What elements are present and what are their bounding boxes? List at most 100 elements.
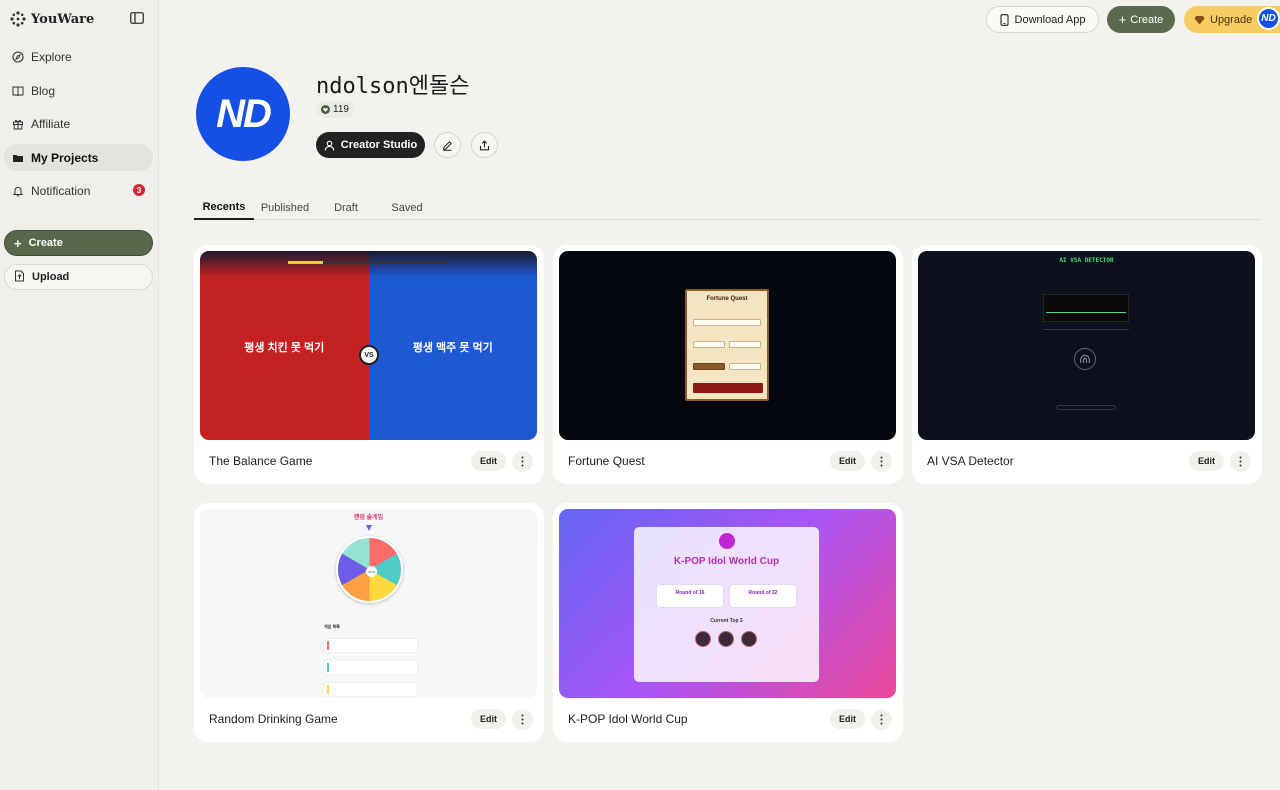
plus-icon: +: [14, 235, 22, 251]
spin-wheel: SPIN: [336, 536, 403, 603]
sidebar-item-label: Notification: [31, 183, 91, 198]
project-card[interactable]: AI VSA DETECTOR AI VSA Detector Edit: [912, 245, 1262, 484]
project-thumbnail[interactable]: 평생 치킨 못 먹기 평생 맥주 못 먹기 VS: [200, 251, 537, 440]
project-card[interactable]: K-POP Idol World Cup Round of 16 Round o…: [553, 503, 903, 742]
follower-count: 119: [333, 104, 349, 115]
profile-avatar: ND: [196, 67, 290, 161]
edit-button[interactable]: Edit: [830, 451, 865, 471]
sidebar-item-my-projects[interactable]: My Projects: [4, 144, 153, 171]
sidebar-item-label: My Projects: [31, 150, 99, 165]
heart-icon: [321, 105, 330, 114]
idol-avatar: [718, 631, 734, 647]
sidebar-upload-button[interactable]: Upload: [4, 264, 153, 290]
list-item: [324, 661, 417, 674]
sidebar-item-notification[interactable]: Notification 3: [4, 177, 153, 204]
diamond-icon: [1194, 15, 1205, 24]
more-options-icon[interactable]: [871, 451, 892, 472]
upload-label: Upload: [32, 271, 70, 283]
idol-avatar: [741, 631, 757, 647]
signal-panel: [1043, 294, 1129, 322]
left-choice-text: 평생 치킨 못 먹기: [244, 342, 325, 354]
youware-logo-icon: [10, 11, 26, 27]
project-thumbnail[interactable]: AI VSA DETECTOR: [918, 251, 1255, 440]
wheel-center: SPIN: [366, 566, 377, 577]
app-name: YouWare: [31, 11, 95, 27]
more-options-icon[interactable]: [871, 709, 892, 730]
project-title[interactable]: Random Drinking Game: [209, 712, 338, 726]
project-title[interactable]: AI VSA Detector: [927, 454, 1014, 468]
form-toggle: [729, 363, 761, 370]
trophy-icon: [719, 533, 735, 549]
more-options-icon[interactable]: [512, 709, 533, 730]
sidebar-item-label: Affiliate: [31, 116, 71, 131]
create-label: Create: [28, 237, 63, 249]
form-field: [693, 341, 725, 348]
book-icon: [12, 85, 24, 97]
form-toggle: [693, 363, 725, 370]
project-title[interactable]: Fortune Quest: [568, 454, 645, 468]
project-tabs: Recents Published Draft Saved: [194, 195, 1260, 220]
divider: [1043, 329, 1129, 330]
sidebar-item-affiliate[interactable]: Affiliate: [4, 110, 153, 137]
phone-icon: [999, 13, 1009, 26]
gift-icon: [12, 118, 24, 130]
worldcup-panel: K-POP Idol World Cup Round of 16 Round o…: [634, 527, 819, 682]
edit-button[interactable]: Edit: [471, 709, 506, 729]
form-submit: [693, 383, 763, 393]
right-choice-text: 평생 맥주 못 먹기: [412, 342, 493, 354]
bell-icon: [12, 185, 24, 197]
share-icon: [479, 139, 490, 150]
list-item: [324, 639, 417, 652]
edit-profile-button[interactable]: [434, 132, 461, 158]
app-logo[interactable]: YouWare: [9, 10, 94, 28]
list-heading: 게임 목록: [324, 624, 340, 629]
sidebar-create-button[interactable]: + Create: [4, 230, 153, 256]
pencil-icon: [442, 140, 452, 151]
progress-fill: [288, 261, 324, 264]
profile-name: ndolson엔돌슨: [316, 74, 470, 99]
create-button[interactable]: + Create: [1107, 6, 1175, 33]
game-heading: 랜덤 술게임: [353, 515, 384, 521]
user-icon: [324, 140, 335, 151]
top-three-label: Current Top 3: [710, 618, 743, 624]
follower-count-badge: 119: [316, 101, 354, 118]
more-options-icon[interactable]: [1230, 451, 1251, 472]
tab-draft[interactable]: Draft: [324, 195, 368, 220]
project-title[interactable]: K-POP Idol World Cup: [568, 712, 688, 726]
progress-header: [200, 251, 537, 277]
more-options-icon[interactable]: [512, 451, 533, 472]
detector-heading: AI VSA DETECTOR: [1059, 257, 1114, 264]
project-card[interactable]: Fortune Quest Fortune Quest Edit: [553, 245, 903, 484]
worldcup-heading: K-POP Idol World Cup: [673, 556, 780, 567]
project-card[interactable]: 평생 치킨 못 먹기 평생 맥주 못 먹기 VS The Balance Gam…: [194, 245, 544, 484]
upload-file-icon: [14, 270, 25, 285]
fortune-heading: Fortune Quest: [706, 296, 748, 302]
sidebar-item-explore[interactable]: Explore: [4, 43, 153, 70]
tab-saved[interactable]: Saved: [382, 195, 432, 220]
form-field: [729, 341, 761, 348]
vs-badge: VS: [359, 345, 379, 365]
sidebar-item-blog[interactable]: Blog: [4, 77, 153, 104]
tab-published[interactable]: Published: [254, 195, 316, 220]
project-title[interactable]: The Balance Game: [209, 454, 312, 468]
edit-button[interactable]: Edit: [830, 709, 865, 729]
edit-button[interactable]: Edit: [1189, 451, 1224, 471]
edit-button[interactable]: Edit: [471, 451, 506, 471]
user-avatar[interactable]: ND: [1257, 7, 1280, 30]
sidebar-toggle-icon[interactable]: [130, 12, 144, 24]
project-thumbnail[interactable]: K-POP Idol World Cup Round of 16 Round o…: [559, 509, 896, 698]
project-thumbnail[interactable]: 랜덤 술게임 SPIN 게임 목록: [200, 509, 537, 698]
compass-icon: [12, 50, 24, 63]
status-pill: [1056, 405, 1116, 410]
share-profile-button[interactable]: [471, 132, 498, 158]
project-card[interactable]: 랜덤 술게임 SPIN 게임 목록 Random Drinking Game E…: [194, 503, 544, 742]
download-app-button[interactable]: Download App: [986, 6, 1099, 33]
idol-avatar: [695, 631, 711, 647]
creator-studio-button[interactable]: Creator Studio: [316, 132, 425, 158]
signal-wave: [1046, 312, 1126, 313]
folder-icon: [12, 152, 24, 164]
tab-recents[interactable]: Recents: [194, 195, 254, 220]
round-option: Round of 16: [657, 585, 723, 607]
project-thumbnail[interactable]: Fortune Quest: [559, 251, 896, 440]
sidebar-item-label: Explore: [31, 49, 72, 64]
